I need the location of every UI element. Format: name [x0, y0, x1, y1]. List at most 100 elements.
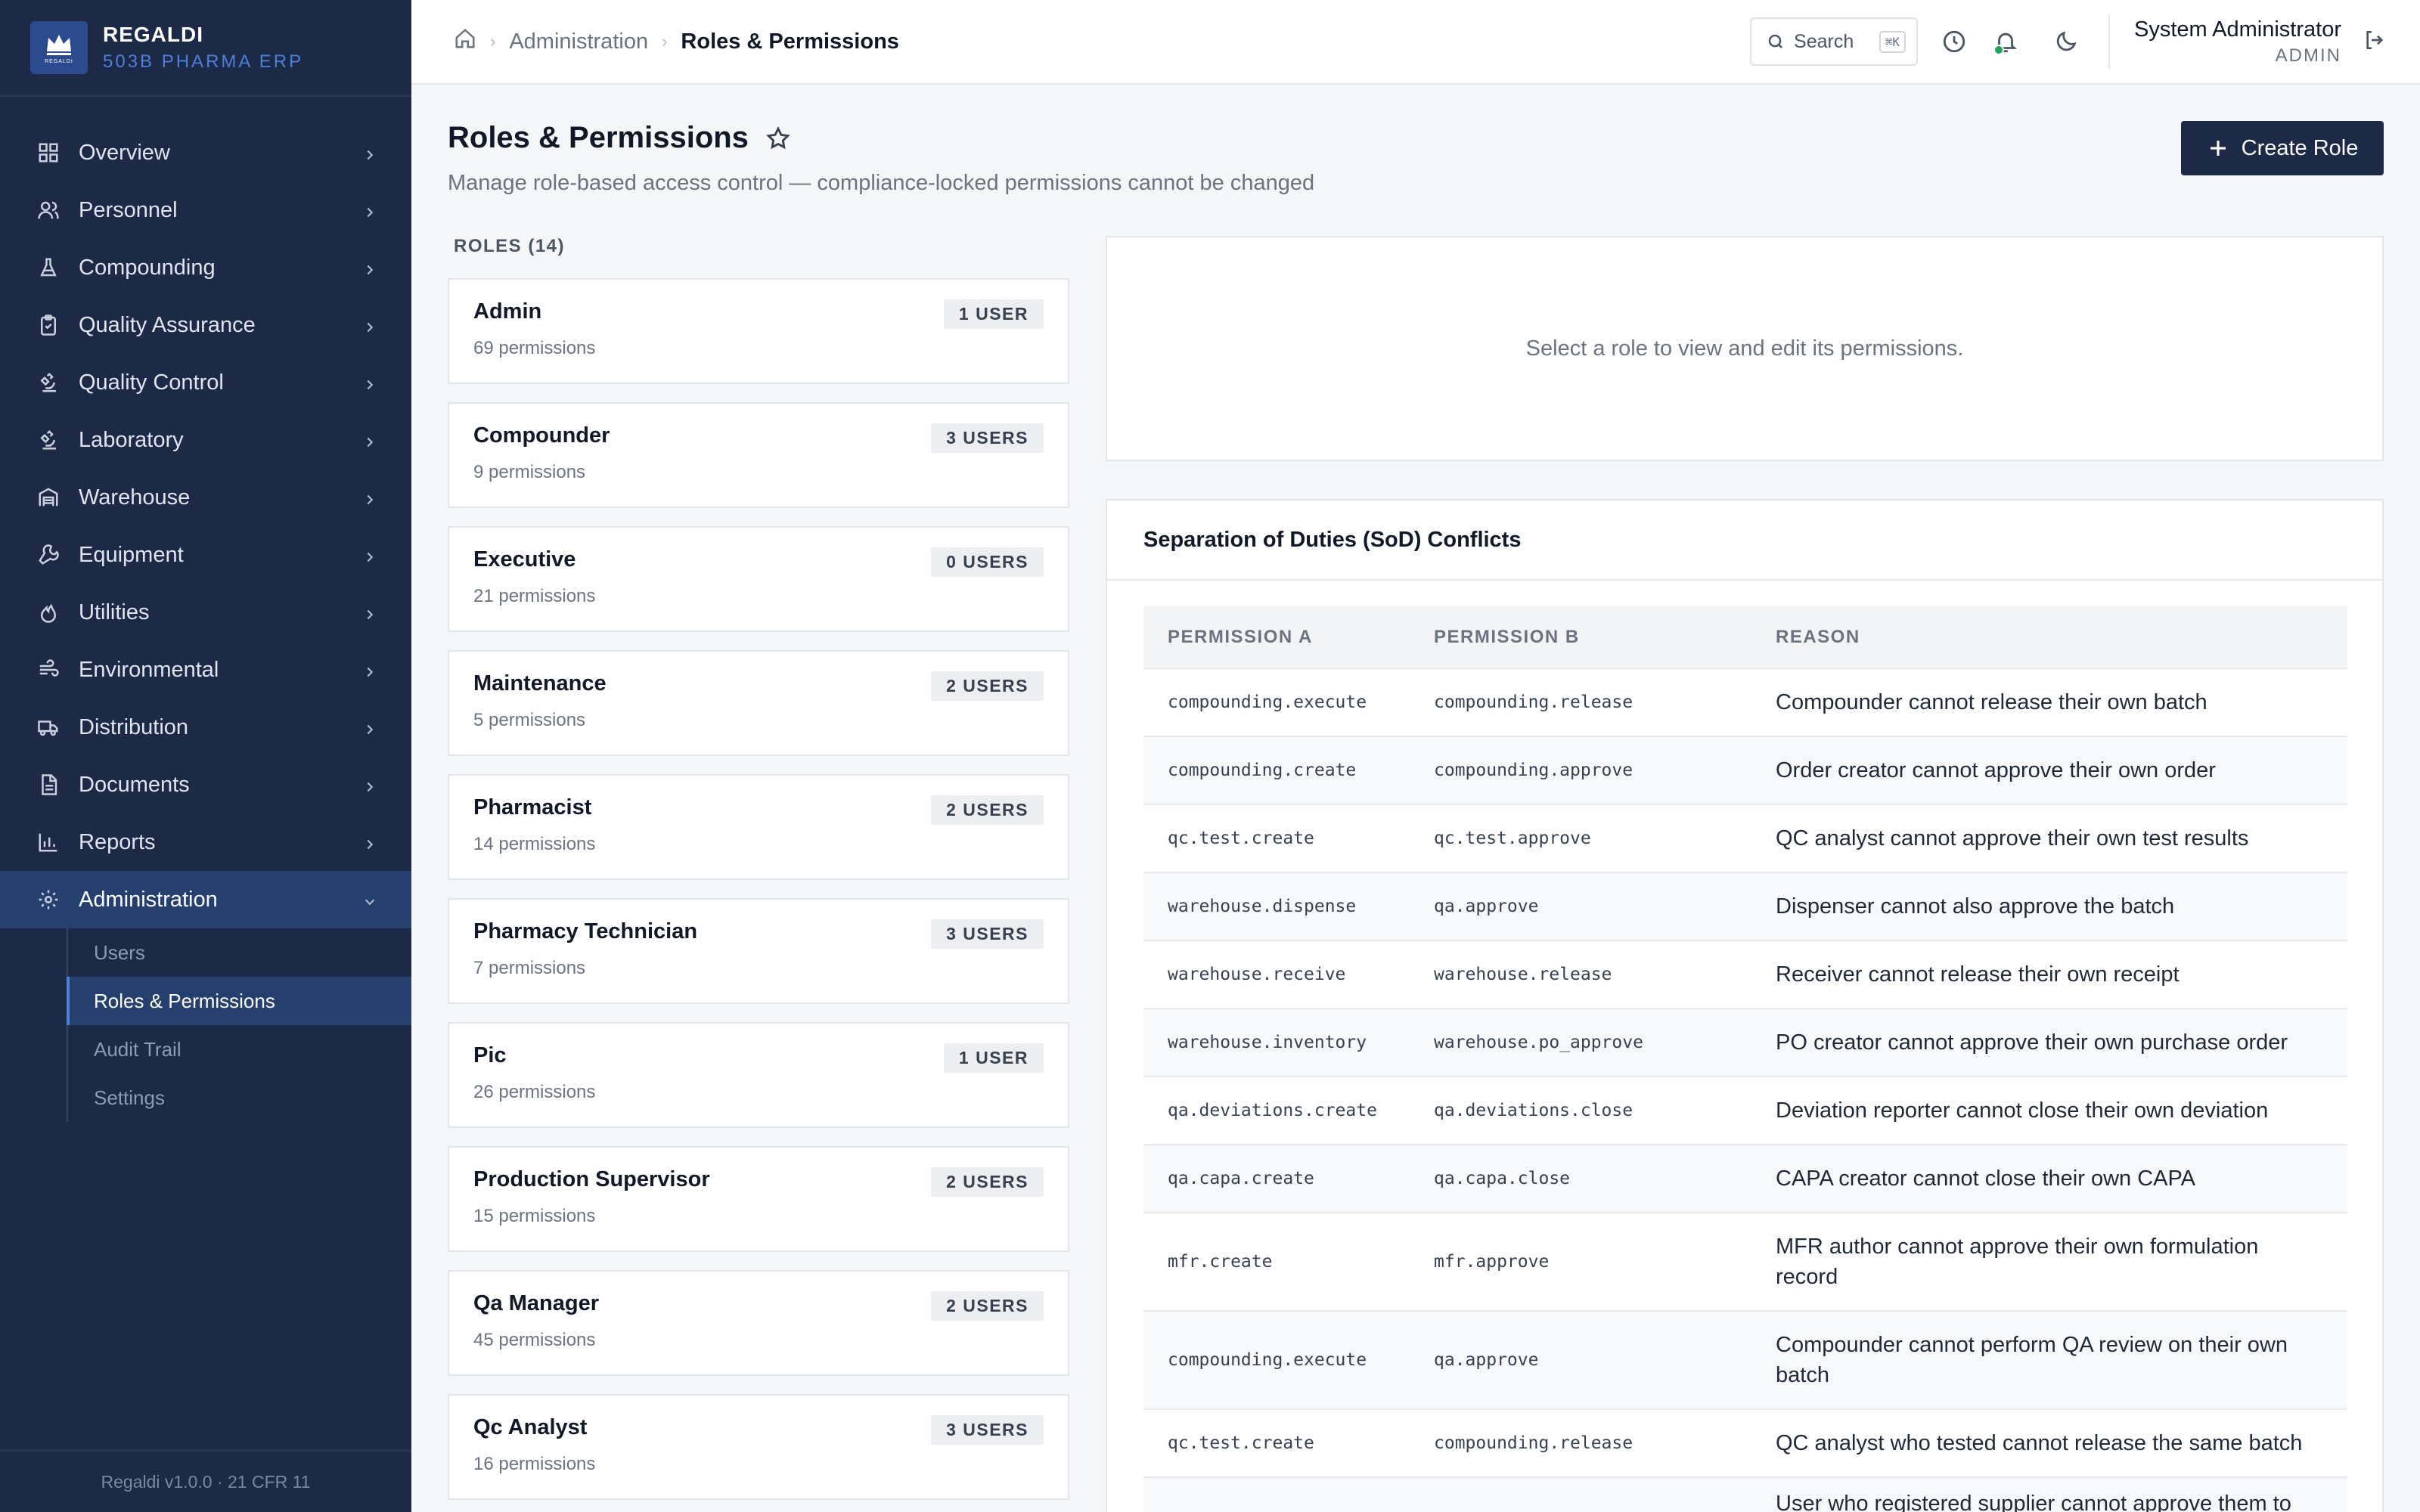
- role-card[interactable]: Qa Manager 45 permissions 2 USERS: [448, 1270, 1069, 1376]
- chevron-right-icon: [361, 776, 378, 793]
- nav-item-personnel[interactable]: Personnel: [0, 181, 411, 239]
- table-row: compounding.execute qa.approve Compounde…: [1143, 1311, 2347, 1410]
- chevron-right-icon: [361, 144, 378, 161]
- notifications-button[interactable]: [1990, 26, 2021, 57]
- role-card[interactable]: Pharmacy Technician 7 permissions 3 USER…: [448, 898, 1069, 1004]
- role-permission-count: 7 permissions: [473, 958, 586, 978]
- role-permission-count: 21 permissions: [473, 586, 596, 606]
- role-card[interactable]: Admin 69 permissions 1 USER: [448, 278, 1069, 384]
- create-role-label: Create Role: [2241, 135, 2359, 160]
- moon-icon: [2056, 31, 2077, 51]
- role-card[interactable]: Maintenance 5 permissions 2 USERS: [448, 650, 1069, 756]
- table-row: qa.deviations.create qa.deviations.close…: [1143, 1077, 2347, 1145]
- role-card[interactable]: Pharmacist 14 permissions 2 USERS: [448, 774, 1069, 880]
- nav-item-distribution[interactable]: Distribution: [0, 699, 411, 756]
- gear-icon: [36, 888, 60, 912]
- sidebar: REGALDI REGALDI 503B PHARMA ERP Overview…: [0, 0, 411, 1512]
- table-row: User who registered supplier cannot appr…: [1143, 1477, 2347, 1512]
- role-detail-panel: Select a role to view and edit its permi…: [1106, 236, 2384, 461]
- permission-a: qc.test.create: [1143, 1409, 1410, 1478]
- role-card[interactable]: Executive 21 permissions 0 USERS: [448, 526, 1069, 632]
- chevron-right-icon: [361, 604, 378, 621]
- subnav-item-settings[interactable]: Settings: [68, 1074, 411, 1122]
- permission-b: qa.capa.close: [1410, 1145, 1751, 1213]
- chevron-right-icon: [361, 202, 378, 218]
- role-card[interactable]: Pic 26 permissions 1 USER: [448, 1022, 1069, 1128]
- permission-a: compounding.execute: [1143, 1311, 1410, 1410]
- permission-a: warehouse.inventory: [1143, 1009, 1410, 1077]
- flame-icon: [36, 600, 60, 624]
- table-row: qa.capa.create qa.capa.close CAPA creato…: [1143, 1145, 2347, 1213]
- topbar: › Administration › Roles & Permissions S…: [411, 0, 2420, 85]
- chevron-right-icon: [361, 259, 378, 276]
- subnav-item-users[interactable]: Users: [68, 928, 411, 977]
- chevron-right-icon: [361, 374, 378, 391]
- create-role-button[interactable]: Create Role: [2181, 121, 2384, 175]
- table-row: compounding.execute compounding.release …: [1143, 668, 2347, 737]
- nav-label: Reports: [79, 829, 156, 854]
- role-user-count-badge: 3 USERS: [931, 1415, 1044, 1445]
- nav-item-quality-assurance[interactable]: Quality Assurance: [0, 296, 411, 354]
- bar-chart-icon: [36, 830, 60, 854]
- favorite-star-icon[interactable]: [765, 125, 791, 151]
- theme-toggle[interactable]: [2051, 26, 2081, 57]
- permission-b: [1410, 1477, 1751, 1512]
- version-footer: Regaldi v1.0.0 · 21 CFR 11: [0, 1450, 411, 1512]
- permission-b: qa.deviations.close: [1410, 1077, 1751, 1145]
- brand-name: REGALDI: [103, 23, 203, 46]
- nav-item-compounding[interactable]: Compounding: [0, 239, 411, 296]
- nav-item-quality-control[interactable]: Quality Control: [0, 354, 411, 411]
- nav-label: Distribution: [79, 714, 189, 739]
- role-card[interactable]: Compounder 9 permissions 3 USERS: [448, 402, 1069, 508]
- nav-item-laboratory[interactable]: Laboratory: [0, 411, 411, 469]
- role-permission-count: 9 permissions: [473, 462, 586, 482]
- nav-item-utilities[interactable]: Utilities: [0, 584, 411, 641]
- nav-item-reports[interactable]: Reports: [0, 813, 411, 871]
- nav-item-warehouse[interactable]: Warehouse: [0, 469, 411, 526]
- logout-button[interactable]: [2363, 28, 2387, 56]
- permission-a: warehouse.receive: [1143, 940, 1410, 1009]
- role-card[interactable]: Qc Analyst 16 permissions 3 USERS: [448, 1394, 1069, 1500]
- truck-icon: [36, 715, 60, 739]
- table-header-row: PERMISSION A PERMISSION B REASON: [1143, 606, 2347, 669]
- nav-label: Administration: [79, 887, 218, 912]
- nav-item-equipment[interactable]: Equipment: [0, 526, 411, 584]
- permission-a: mfr.create: [1143, 1213, 1410, 1312]
- conflict-reason: User who registered supplier cannot appr…: [1751, 1477, 2347, 1512]
- nav-item-environmental[interactable]: Environmental: [0, 641, 411, 699]
- search-button[interactable]: Search ⌘K: [1750, 17, 1919, 66]
- conflict-reason: QC analyst who tested cannot release the…: [1751, 1409, 2347, 1478]
- page-title: Roles & Permissions: [448, 121, 749, 154]
- nav-item-overview[interactable]: Overview: [0, 124, 411, 181]
- breadcrumb: › Administration › Roles & Permissions: [411, 27, 899, 56]
- conflict-reason: QC analyst cannot approve their own test…: [1751, 804, 2347, 873]
- wind-icon: [36, 658, 60, 682]
- user-name: System Administrator: [2134, 17, 2341, 42]
- permission-b: compounding.release: [1410, 1409, 1751, 1478]
- conflict-reason: Compounder cannot perform QA review on t…: [1751, 1311, 2347, 1410]
- warehouse-icon: [36, 485, 60, 510]
- permission-a: warehouse.dispense: [1143, 872, 1410, 941]
- nav-item-administration[interactable]: Administration: [0, 871, 411, 928]
- column-header: PERMISSION A: [1143, 606, 1410, 669]
- subnav-item-audit-trail[interactable]: Audit Trail: [68, 1025, 411, 1074]
- subnav-item-roles[interactable]: Roles & Permissions: [67, 977, 411, 1025]
- home-icon[interactable]: [454, 27, 476, 56]
- role-user-count-badge: 1 USER: [943, 299, 1044, 329]
- nav-item-documents[interactable]: Documents: [0, 756, 411, 813]
- page-subtitle: Manage role-based access control — compl…: [448, 171, 1315, 195]
- microscope-icon: [36, 370, 60, 395]
- user-menu[interactable]: System Administrator ADMIN: [2134, 17, 2341, 67]
- nav-label: Environmental: [79, 657, 219, 682]
- clipboard-check-icon: [36, 313, 60, 337]
- role-user-count-badge: 2 USERS: [931, 795, 1044, 825]
- sod-table: PERMISSION A PERMISSION B REASON compoun…: [1143, 606, 2347, 1512]
- chevron-right-icon: [361, 719, 378, 736]
- brand-logo: REGALDI: [30, 21, 88, 74]
- breadcrumb-parent[interactable]: Administration: [509, 29, 648, 54]
- column-header: PERMISSION B: [1410, 606, 1751, 669]
- history-button[interactable]: [1939, 26, 1969, 57]
- role-card[interactable]: Production Supervisor 15 permissions 2 U…: [448, 1146, 1069, 1252]
- roles-list: Admin 69 permissions 1 USER Compounder 9…: [448, 278, 1069, 1512]
- brand[interactable]: REGALDI REGALDI 503B PHARMA ERP: [0, 0, 411, 97]
